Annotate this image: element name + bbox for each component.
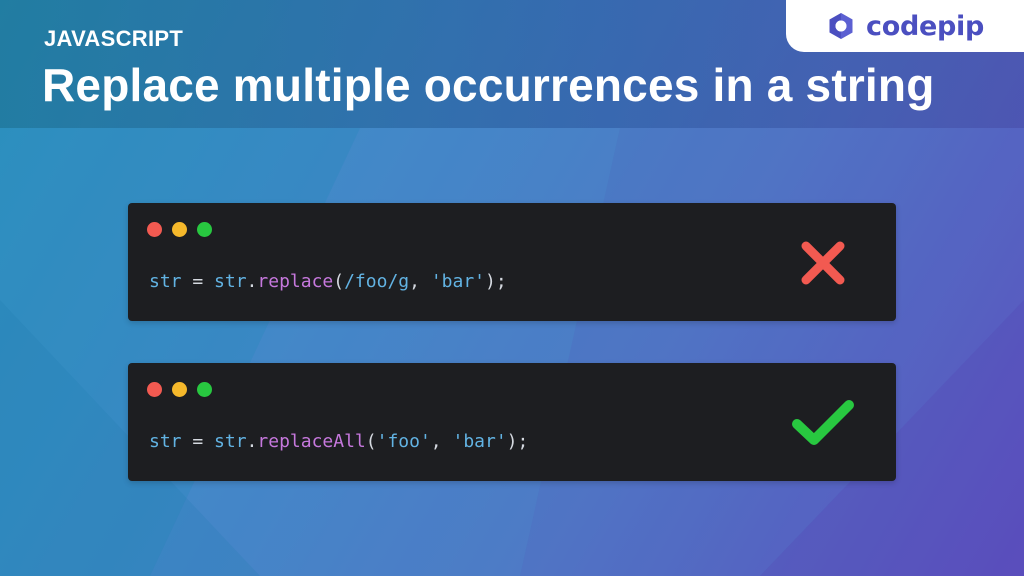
close-dot (147, 382, 162, 397)
page-title: Replace multiple occurrences in a string (42, 59, 935, 111)
code-panel-correct: str = str.replaceAll('foo', 'bar'); (128, 363, 896, 481)
code-open-paren: ( (365, 431, 377, 452)
code-arg-replacement: 'bar' (430, 271, 485, 292)
code-assign: = (181, 431, 215, 452)
window-controls (147, 382, 212, 397)
code-open-paren: ( (333, 271, 345, 292)
code-arg-pattern: 'foo' (376, 431, 431, 452)
code-line: str = str.replace(/foo/g, 'bar'); (149, 271, 507, 292)
code-object: str (214, 431, 247, 452)
checkmark-icon (792, 400, 854, 445)
code-arg-pattern: /foo/g (344, 271, 410, 292)
category-label: JAVASCRIPT (44, 26, 184, 51)
close-dot (147, 222, 162, 237)
brand-logo[interactable]: codepip (786, 0, 1024, 52)
code-arg-replacement: 'bar' (452, 431, 507, 452)
code-line: str = str.replaceAll('foo', 'bar'); (149, 431, 528, 452)
code-dot: . (246, 431, 258, 452)
window-controls (147, 222, 212, 237)
code-var: str (149, 431, 182, 452)
code-separator: , (409, 271, 431, 292)
minimize-dot (172, 382, 187, 397)
maximize-dot (197, 382, 212, 397)
maximize-dot (197, 222, 212, 237)
codepip-logo-icon (829, 13, 853, 39)
code-panel-incorrect: str = str.replace(/foo/g, 'bar'); (128, 203, 896, 321)
code-method: replaceAll (257, 431, 366, 452)
cross-icon (801, 241, 845, 285)
code-separator: , (430, 431, 453, 452)
code-close: ); (485, 271, 507, 292)
code-close: ); (506, 431, 529, 452)
code-dot: . (246, 271, 258, 292)
code-method: replace (257, 271, 334, 292)
code-var: str (149, 271, 182, 292)
brand-name: codepip (865, 10, 984, 42)
code-assign: = (181, 271, 215, 292)
minimize-dot (172, 222, 187, 237)
code-object: str (214, 271, 247, 292)
